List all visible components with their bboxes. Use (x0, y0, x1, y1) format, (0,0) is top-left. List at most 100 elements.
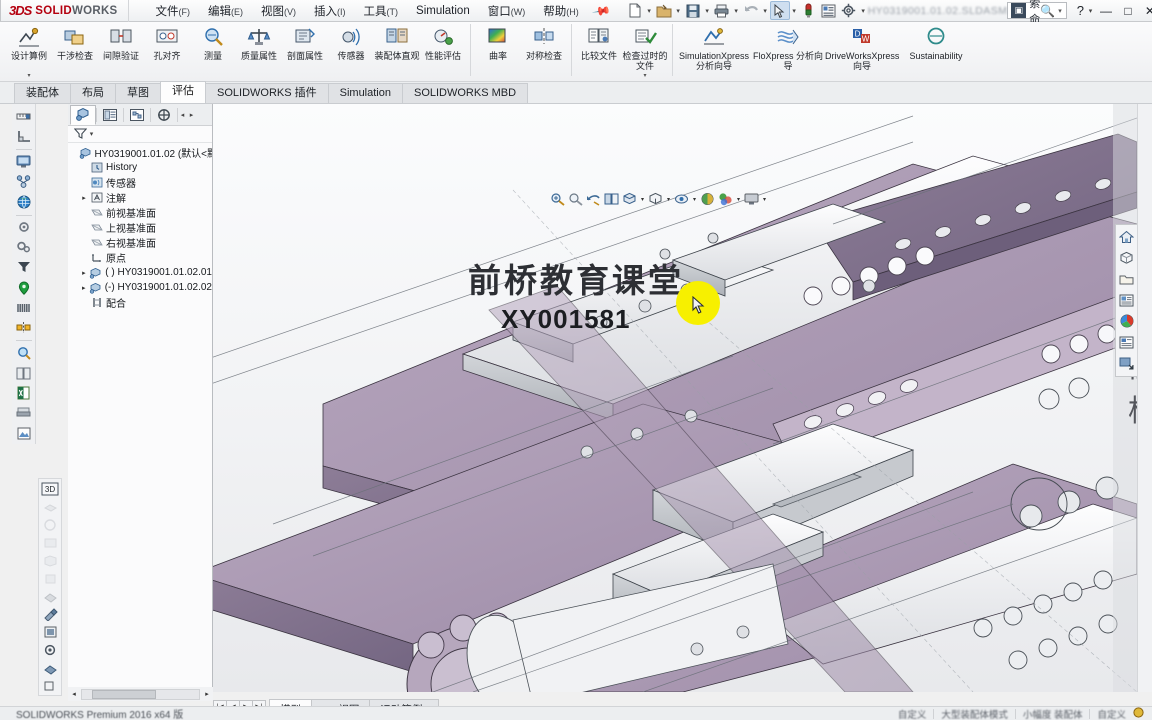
tab-sketch[interactable]: 草图 (115, 83, 161, 103)
search-commands-box[interactable]: ▣ 搜索命令 🔍 ▾ (1007, 0, 1067, 42)
cmd-interference-check[interactable]: 干涉检查 (52, 22, 98, 80)
cmd-compare-documents[interactable]: 比较文件 (576, 22, 622, 80)
drag-pane-icon[interactable] (1117, 353, 1137, 373)
view-orientation-icon[interactable] (621, 190, 638, 208)
cmd-section-properties[interactable]: 剖面属性 (282, 22, 328, 80)
undo-dropdown[interactable]: ▾ (761, 7, 770, 15)
apply-scene-icon[interactable] (717, 190, 734, 208)
open-document-icon[interactable] (654, 1, 674, 20)
solidworks-resources-icon[interactable] (1117, 227, 1137, 247)
cmd-measure[interactable]: 测量 (190, 22, 236, 80)
appearance-brush-icon[interactable] (40, 606, 60, 623)
3d-mode-icon[interactable]: 3D (40, 481, 60, 498)
fm-scroll-right[interactable]: ▸ (187, 111, 196, 119)
tree-item-front-plane[interactable]: 前视基准面 (70, 205, 212, 220)
save-dropdown[interactable]: ▾ (703, 7, 712, 15)
tab-layout[interactable]: 布局 (70, 83, 116, 103)
edit-appearance-icon[interactable] (699, 190, 716, 208)
location-pin-icon[interactable] (14, 278, 34, 297)
tree-item-sensors[interactable]: 传感器 (70, 175, 212, 190)
cmd-floxpress[interactable]: FloXpress 分析向导 (751, 22, 825, 80)
tree-item-annotations[interactable]: ▸ 注解 (70, 190, 212, 205)
file-explorer-icon[interactable] (1117, 269, 1137, 289)
print-dropdown[interactable]: ▾ (732, 7, 741, 15)
pin-icon[interactable]: 📌 (591, 0, 611, 20)
more-tools-icon[interactable] (40, 677, 60, 694)
assembly-visualization-icon[interactable] (14, 172, 34, 191)
view-palette-icon[interactable] (1117, 290, 1137, 310)
appearances-scenes-icon[interactable] (1117, 311, 1137, 331)
tab-configuration-manager[interactable] (124, 105, 150, 125)
tab-assembly[interactable]: 装配体 (14, 83, 71, 103)
fm-scroll-left[interactable]: ◂ (178, 111, 187, 119)
print3d-icon[interactable] (14, 404, 34, 423)
tab-dimxpert-manager[interactable] (151, 105, 177, 125)
comparison-icon[interactable] (14, 364, 34, 383)
scrollbar-thumb[interactable] (92, 689, 156, 699)
menu-window[interactable]: 窗口(W) (479, 0, 535, 22)
zoom-to-fit-icon[interactable] (549, 190, 566, 208)
tree-item-top-plane[interactable]: 上视基准面 (70, 220, 212, 235)
cmd-driveworksxpress[interactable]: D W DriveWorksXpress 向导 (825, 22, 899, 80)
measure-tool-icon[interactable] (14, 107, 34, 126)
mirror-icon[interactable] (14, 318, 34, 337)
hide-show-items-dropdown[interactable]: ▾ (691, 196, 698, 203)
cmd-sensor[interactable]: 传感器 (328, 22, 374, 80)
minimize-button[interactable]: — (1095, 4, 1117, 18)
undo-icon[interactable] (741, 1, 761, 20)
menu-insert[interactable]: 插入(I) (305, 0, 355, 22)
design-library-icon[interactable] (1117, 248, 1137, 268)
scroll-left-arrow[interactable]: ◂ (68, 688, 80, 700)
section-tool-icon[interactable] (40, 659, 60, 676)
filter-dropdown-icon[interactable]: ▾ (87, 130, 96, 138)
solidworks-logo[interactable]: 3DS SOLID WORKS (1, 0, 129, 22)
display-manager-icon[interactable] (14, 152, 34, 171)
globe-icon[interactable] (14, 193, 34, 212)
gear-pair-icon[interactable] (14, 238, 34, 257)
menu-view[interactable]: 视图(V) (252, 0, 305, 22)
cmd-assembly-visualization[interactable]: 装配体直观 (374, 22, 420, 80)
tree-item-right-plane[interactable]: 右视基准面 (70, 235, 212, 250)
previous-view-icon[interactable] (585, 190, 602, 208)
scroll-right-arrow[interactable]: ▸ (201, 688, 213, 700)
tree-item-component-02[interactable]: ▸ (-) HY0319001.01.02.02~ (70, 280, 212, 295)
menu-simulation[interactable]: Simulation (407, 2, 479, 20)
cmd-mass-properties[interactable]: 质量属性 (236, 22, 282, 80)
cmd-performance-evaluation[interactable]: 性能评估 (420, 22, 466, 80)
feature-tree-filter[interactable]: ▾ (68, 126, 212, 143)
new-document-icon[interactable] (625, 1, 645, 20)
help-button[interactable]: ? (1069, 3, 1086, 18)
tree-item-history[interactable]: History (70, 160, 212, 175)
render-tools-icon[interactable] (40, 624, 60, 641)
help-dropdown[interactable]: ▾ (1086, 7, 1095, 15)
tree-item-component-01[interactable]: ▸ ( ) HY0319001.01.02.01· (70, 265, 212, 280)
cmd-symmetry-check[interactable]: 对称检查 (521, 22, 567, 80)
camera-view-icon[interactable] (40, 641, 60, 658)
display-style-dropdown[interactable]: ▾ (665, 196, 672, 203)
menu-help[interactable]: 帮助(H) (534, 0, 588, 22)
menu-tools[interactable]: 工具(T) (355, 0, 408, 22)
close-button[interactable]: ✕ (1139, 4, 1152, 18)
command-dropdown-icon[interactable]: ▾ (27, 72, 30, 79)
reference-geometry-icon[interactable] (14, 127, 34, 146)
zoom-search-icon[interactable] (14, 343, 34, 362)
tree-expander-icon[interactable]: ▸ (79, 269, 89, 277)
component-view-icon[interactable] (40, 534, 60, 551)
apply-scene-dropdown[interactable]: ▾ (735, 196, 742, 203)
tree-item-origin[interactable]: 原点 (70, 250, 212, 265)
cmd-clearance-verification[interactable]: 间隙验证 (98, 22, 144, 80)
menu-file[interactable]: 文件(F) (147, 0, 200, 22)
cmd-simulationxpress[interactable]: SimulationXpress 分析向导 (677, 22, 751, 80)
tab-evaluate[interactable]: 评估 (160, 81, 206, 103)
select-cursor-icon[interactable] (769, 1, 790, 20)
save-icon[interactable] (683, 1, 703, 20)
cmd-design-study[interactable]: 设计算例 ▾ (6, 22, 52, 80)
custom-properties-icon[interactable] (1117, 332, 1137, 352)
zoom-to-area-icon[interactable] (567, 190, 584, 208)
maximize-button[interactable]: □ (1117, 4, 1139, 18)
new-document-dropdown[interactable]: ▾ (645, 7, 654, 15)
cmd-curvature[interactable]: 曲率 (475, 22, 521, 80)
spring-coil-icon[interactable] (14, 298, 34, 317)
magnifier-icon[interactable]: 🔍 (1040, 4, 1058, 18)
filter-funnel-icon[interactable] (14, 258, 34, 277)
